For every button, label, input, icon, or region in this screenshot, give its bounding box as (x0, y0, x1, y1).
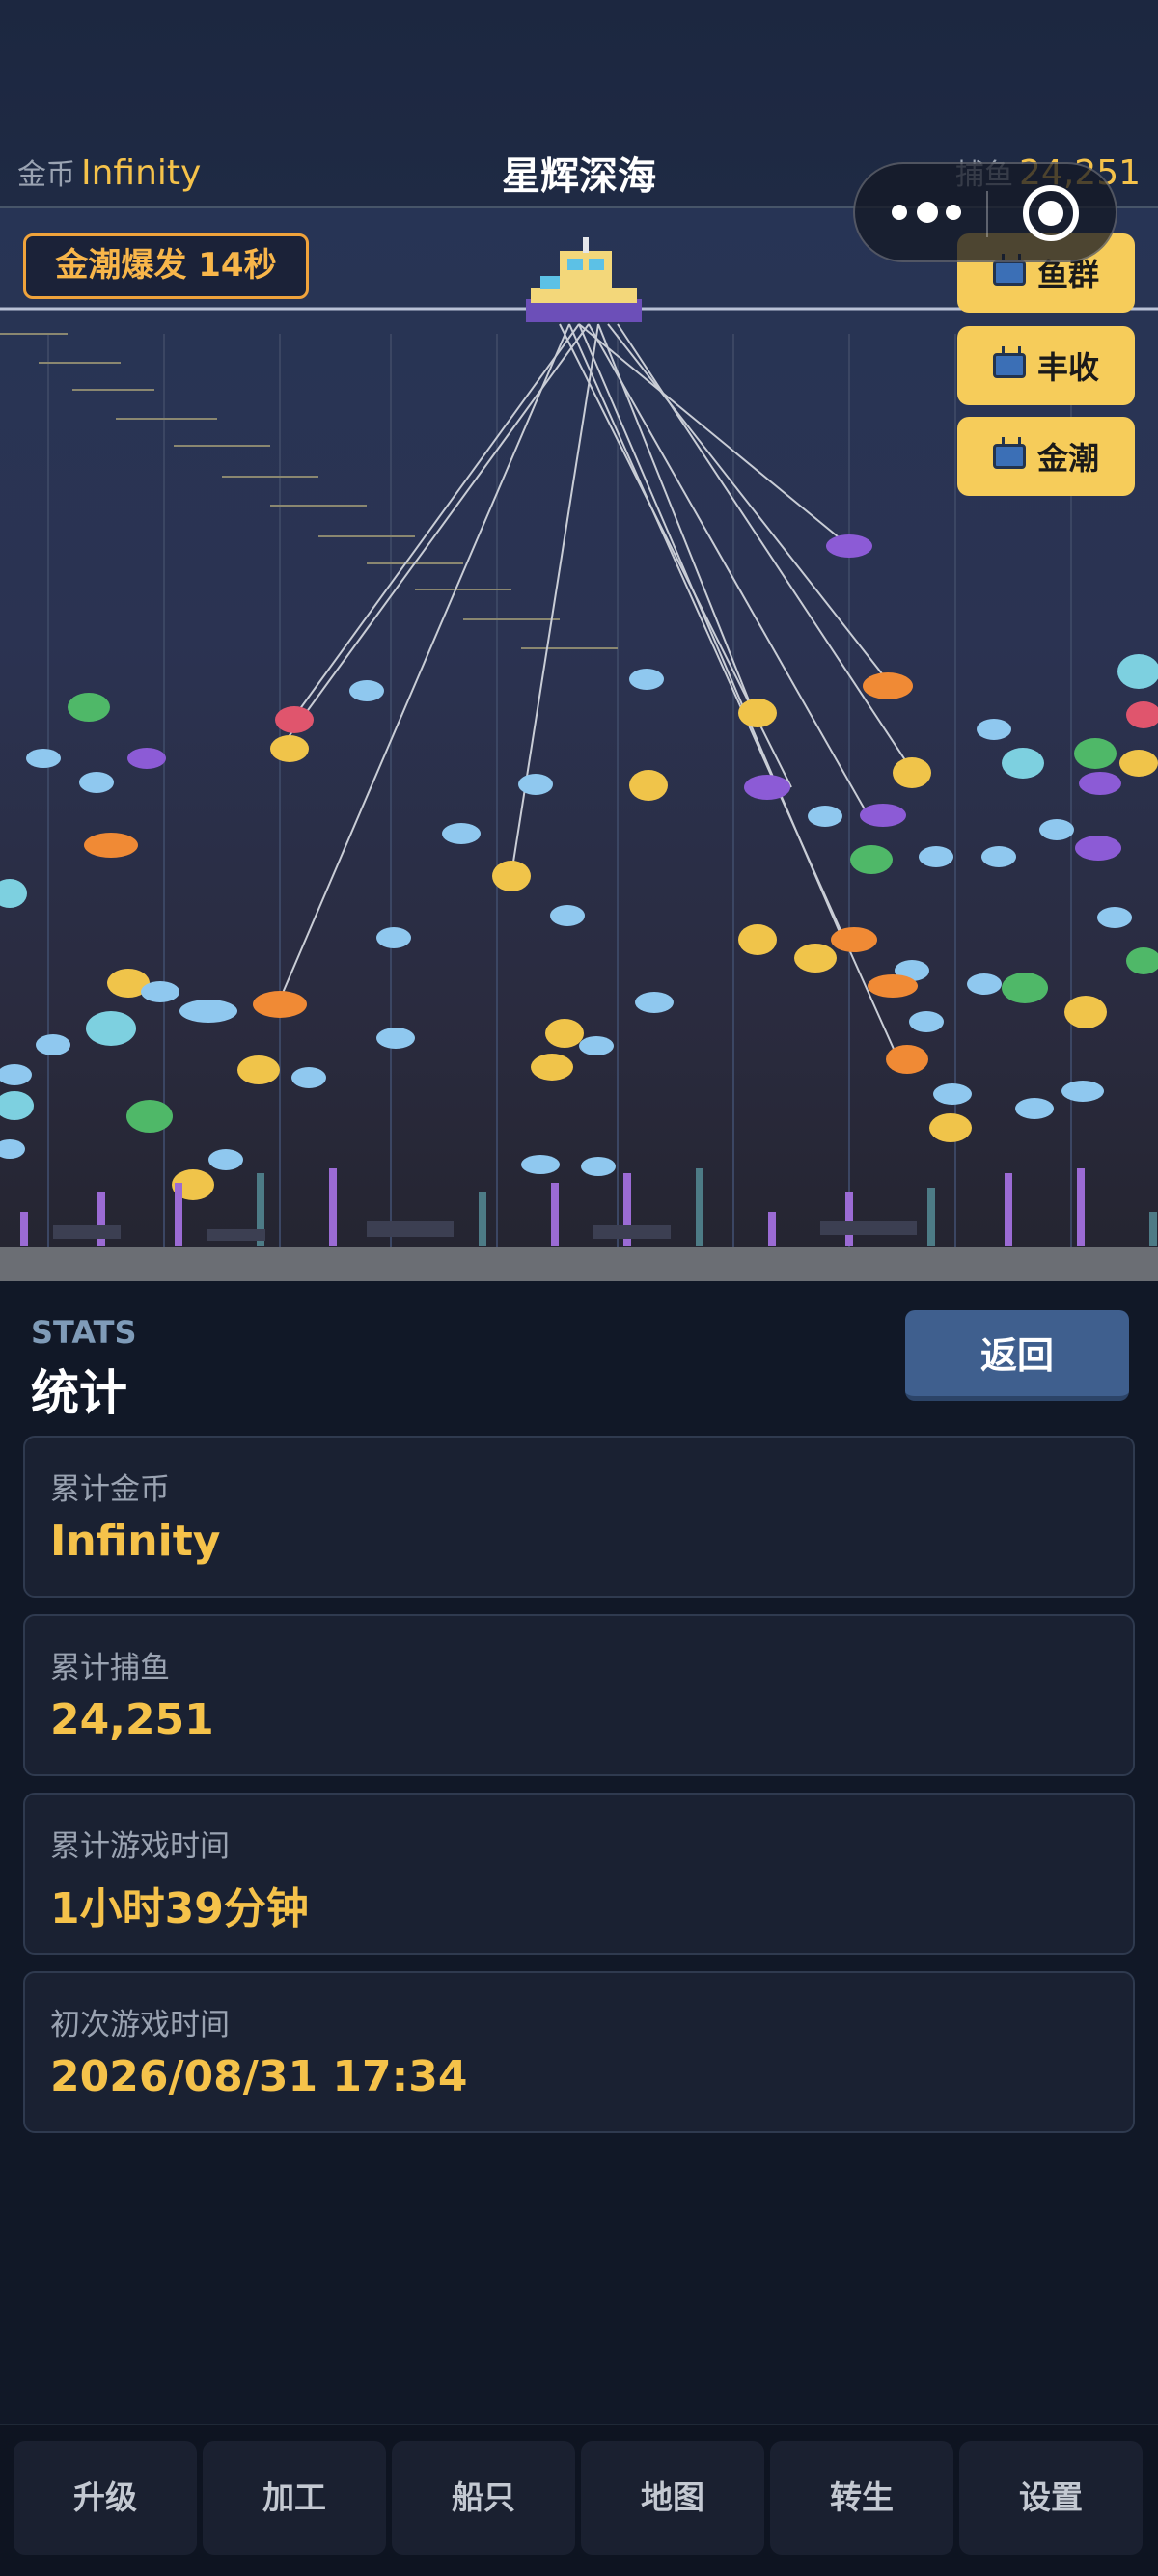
stat-value: 24,251 (50, 1695, 214, 1744)
stat-value: 2026/08/31 17:34 (50, 2052, 468, 2101)
tab-rebirth[interactable]: 转生 (770, 2441, 953, 2555)
tab-process[interactable]: 加工 (203, 2441, 386, 2555)
light-rays (47, 334, 1072, 1250)
stat-value: 1小时39分钟 (50, 1884, 309, 1933)
stats-heading-en: STATS (31, 1314, 137, 1351)
ad-harvest-button[interactable]: 丰收 (957, 326, 1135, 405)
back-button[interactable]: 返回 (905, 1310, 1129, 1401)
stat-value: Infinity (50, 1517, 221, 1566)
more-icon[interactable] (892, 199, 998, 230)
ad-button-label: 丰收 (1036, 349, 1099, 386)
stat-label: 累计游戏时间 (50, 1829, 230, 1864)
stat-card-total-fish: 累计捕鱼 24,251 (23, 1614, 1135, 1776)
ad-gold-tide-button[interactable]: 金潮 (957, 417, 1135, 496)
tab-ships[interactable]: 船只 (392, 2441, 575, 2555)
bottom-nav: 升级 加工 船只 地图 转生 设置 (0, 2424, 1158, 2576)
tv-icon (992, 260, 1026, 286)
fish-school (0, 534, 1158, 1200)
stat-card-play-time: 累计游戏时间 1小时39分钟 (23, 1793, 1135, 1955)
tv-icon (992, 353, 1026, 378)
stat-card-first-play: 初次游戏时间 2026/08/31 17:34 (23, 1971, 1135, 2133)
tab-map[interactable]: 地图 (581, 2441, 764, 2555)
stat-label: 初次游戏时间 (50, 2008, 230, 2042)
capsule-divider (986, 191, 988, 237)
seabed (0, 1247, 1158, 1281)
tab-settings[interactable]: 设置 (959, 2441, 1143, 2555)
stat-card-total-coins: 累计金币 Infinity (23, 1436, 1135, 1598)
tv-icon (992, 444, 1026, 469)
stats-heading: 统计 (31, 1365, 127, 1421)
close-miniprogram-icon[interactable] (1023, 185, 1079, 241)
shimmer-lines (0, 333, 618, 649)
ad-button-label: 金潮 (1036, 440, 1099, 477)
stat-label: 累计金币 (50, 1472, 170, 1507)
stat-label: 累计捕鱼 (50, 1651, 170, 1685)
gold-tide-badge: 金潮爆发 14秒 (23, 233, 309, 299)
tab-upgrade[interactable]: 升级 (14, 2441, 197, 2555)
miniprogram-capsule (853, 162, 1117, 262)
fishing-boat (526, 237, 642, 322)
